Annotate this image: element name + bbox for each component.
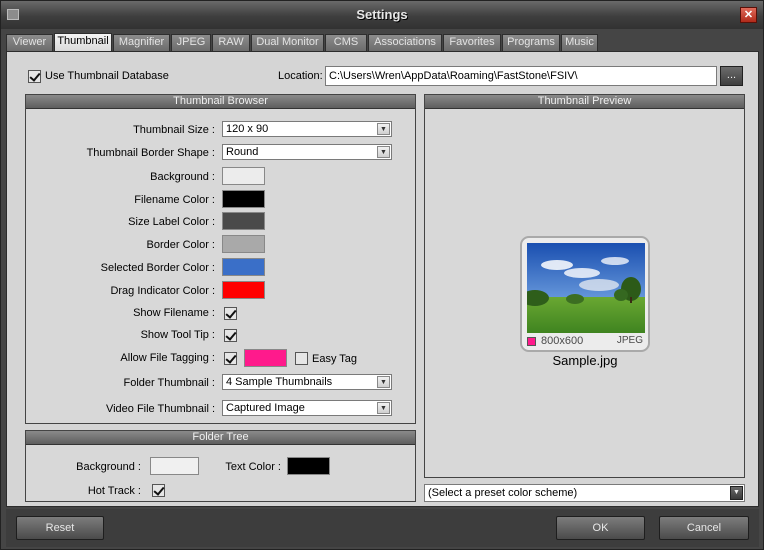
filename-color-label: Filename Color : (134, 194, 215, 206)
title-bar[interactable]: Settings ✕ (1, 1, 763, 29)
tab-viewer[interactable]: Viewer (6, 34, 53, 51)
tab-dual-monitor[interactable]: Dual Monitor (251, 34, 324, 51)
dialog-footer: Reset OK Cancel (6, 509, 759, 547)
sample-photo (527, 243, 645, 333)
border-shape-label: Thumbnail Border Shape : (86, 147, 215, 159)
size-label-color-swatch[interactable] (222, 212, 265, 230)
show-tooltip-checkbox[interactable] (224, 329, 237, 342)
tab-associations[interactable]: Associations (368, 34, 442, 51)
background-color-swatch[interactable] (222, 167, 265, 185)
show-tooltip-label: Show Tool Tip : (140, 329, 215, 341)
easy-tag-label: Easy Tag (312, 353, 358, 365)
video-thumbnail-value: Captured Image (226, 402, 305, 414)
tab-raw[interactable]: RAW (212, 34, 250, 51)
selected-border-color-label: Selected Border Color : (100, 262, 215, 274)
thumbnail-size-value: 120 x 90 (226, 123, 269, 135)
reset-button[interactable]: Reset (16, 516, 104, 540)
location-label: Location: (278, 70, 323, 82)
color-scheme-placeholder: (Select a preset color scheme) (428, 487, 578, 499)
size-label-color-label: Size Label Color : (128, 216, 215, 228)
folder-tree-title: Folder Tree (26, 431, 415, 445)
video-thumbnail-select[interactable]: Captured Image ▼ (222, 400, 392, 416)
window-title: Settings (356, 7, 408, 22)
filename-color-swatch[interactable] (222, 190, 265, 208)
tab-thumbnail[interactable]: Thumbnail (54, 33, 112, 52)
folder-tree-text-color-label: Text Color : (225, 461, 281, 473)
video-thumbnail-label: Video File Thumbnail : (105, 403, 215, 415)
thumbnail-browser-title: Thumbnail Browser (26, 95, 415, 109)
tab-jpeg[interactable]: JPEG (171, 34, 211, 51)
background-label: Background : (150, 171, 215, 183)
allow-tagging-checkbox[interactable] (224, 352, 237, 365)
folder-thumbnail-select[interactable]: 4 Sample Thumbnails ▼ (222, 374, 392, 390)
hot-track-checkbox[interactable] (152, 484, 165, 497)
show-filename-checkbox[interactable] (224, 307, 237, 320)
tag-color-swatch[interactable] (244, 349, 287, 367)
color-scheme-select[interactable]: (Select a preset color scheme) ▼ (424, 484, 745, 502)
chevron-down-icon[interactable]: ▼ (377, 402, 390, 414)
allow-tagging-label: Allow File Tagging : (120, 352, 215, 364)
tab-music[interactable]: Music (561, 34, 598, 51)
folder-thumbnail-label: Folder Thumbnail : (123, 377, 215, 389)
tag-indicator (527, 337, 536, 346)
thumbnail-preview-title: Thumbnail Preview (425, 95, 744, 109)
border-color-swatch[interactable] (222, 235, 265, 253)
chevron-down-icon[interactable]: ▼ (377, 146, 390, 158)
cancel-button[interactable]: Cancel (659, 516, 749, 540)
use-thumbnail-db-label: Use Thumbnail Database (45, 70, 169, 82)
chevron-down-icon[interactable]: ▼ (377, 376, 390, 388)
drag-indicator-color-swatch[interactable] (222, 281, 265, 299)
preview-dimensions: 800x600 (541, 335, 584, 347)
border-shape-select[interactable]: Round ▼ (222, 144, 392, 160)
folder-thumbnail-value: 4 Sample Thumbnails (226, 376, 333, 388)
preview-format: JPEG (616, 335, 643, 346)
thumbnail-preview-card: 800x600 JPEG (520, 236, 650, 352)
chevron-down-icon[interactable]: ▼ (377, 123, 390, 135)
selected-border-color-swatch[interactable] (222, 258, 265, 276)
tab-favorites[interactable]: Favorites (443, 34, 501, 51)
tab-cms[interactable]: CMS (325, 34, 367, 51)
close-icon[interactable]: ✕ (740, 7, 757, 23)
thumbnail-size-select[interactable]: 120 x 90 ▼ (222, 121, 392, 137)
preview-filename: Sample.jpg (552, 353, 618, 368)
folder-tree-background-swatch[interactable] (150, 457, 199, 475)
drag-indicator-color-label: Drag Indicator Color : (110, 285, 215, 297)
show-filename-label: Show Filename : (133, 307, 215, 319)
tab-content: Use Thumbnail Database Location: C:\User… (6, 51, 759, 507)
folder-tree-text-color-swatch[interactable] (287, 457, 330, 475)
hot-track-label: Hot Track : (87, 485, 141, 497)
browse-button[interactable]: ... (720, 66, 743, 86)
use-thumbnail-db-checkbox[interactable] (28, 70, 41, 83)
tab-programs[interactable]: Programs (502, 34, 560, 51)
border-color-label: Border Color : (146, 239, 215, 251)
location-field[interactable]: C:\Users\Wren\AppData\Roaming\FastStone\… (325, 66, 717, 86)
settings-window: Settings ✕ Viewer Thumbnail Magnifier JP… (0, 0, 764, 550)
chevron-down-icon[interactable]: ▼ (730, 486, 743, 500)
border-shape-value: Round (226, 146, 259, 158)
easy-tag-checkbox[interactable] (295, 352, 308, 365)
tab-magnifier[interactable]: Magnifier (113, 34, 170, 51)
ok-button[interactable]: OK (556, 516, 645, 540)
folder-tree-background-label: Background : (76, 461, 141, 473)
thumbnail-size-label: Thumbnail Size : (133, 124, 215, 136)
